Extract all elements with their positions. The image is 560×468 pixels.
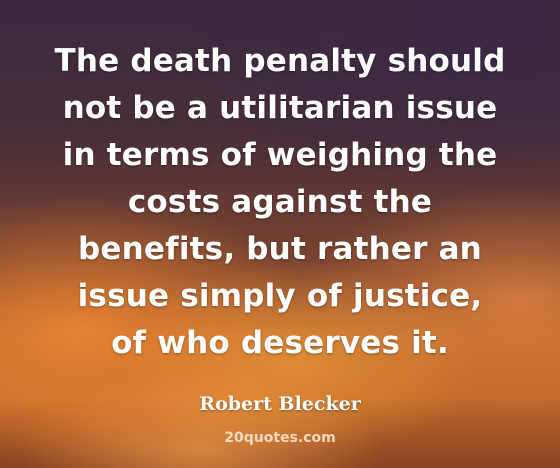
quote-line: The death penalty should [54, 43, 506, 79]
quote-line: of who deserves it. [111, 325, 449, 361]
quote-line: costs against the [127, 184, 433, 220]
quote-line: in terms of weighing the [62, 137, 498, 173]
author-name: Robert Blecker [199, 393, 361, 415]
quote-text: The death penalty should not be a utilit… [20, 38, 540, 367]
quote-line: issue simply of justice, [77, 278, 483, 314]
quote-line: not be a utilitarian issue [62, 90, 498, 126]
site-watermark: 20quotes.com [224, 430, 336, 446]
quote-card: The death penalty should not be a utilit… [0, 0, 560, 468]
quote-line: benefits, but rather an [78, 231, 482, 267]
